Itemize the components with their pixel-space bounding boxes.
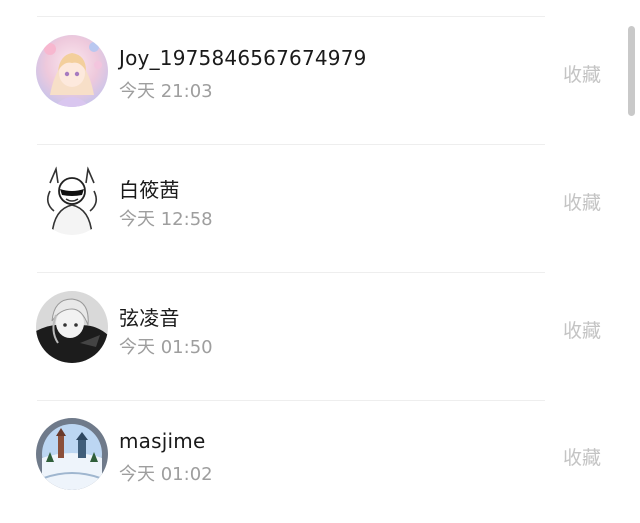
list-item[interactable]: 弦凌音 今天 01:50 收藏 (0, 273, 620, 401)
avatar[interactable] (36, 418, 108, 490)
favorite-button[interactable]: 收藏 (563, 316, 601, 343)
list-item[interactable]: Joy_1975846567674979 今天 21:03 收藏 (0, 17, 620, 145)
favorite-button[interactable]: 收藏 (563, 188, 601, 215)
username: 弦凌音 (119, 306, 180, 330)
anime-girl-avatar-icon (36, 35, 108, 107)
scrollbar[interactable] (628, 26, 635, 116)
avatar[interactable] (36, 163, 108, 235)
timestamp: 今天 12:58 (119, 209, 213, 230)
timestamp: 今天 01:50 (119, 337, 213, 358)
username: masjime (119, 429, 206, 453)
timestamp: 今天 21:03 (119, 81, 213, 102)
monochrome-character-avatar-icon (36, 291, 108, 363)
snow-globe-avatar-icon (36, 418, 108, 490)
timestamp: 今天 01:02 (119, 464, 213, 485)
user-list: Joy_1975846567674979 今天 21:03 收藏 白筱茜 今天 … (0, 0, 640, 523)
username: Joy_1975846567674979 (119, 46, 367, 70)
avatar[interactable] (36, 291, 108, 363)
list-item[interactable]: masjime 今天 01:02 收藏 (0, 401, 620, 523)
sketch-character-avatar-icon (36, 163, 108, 235)
username: 白筱茜 (119, 178, 180, 202)
avatar[interactable] (36, 35, 108, 107)
favorite-button[interactable]: 收藏 (563, 60, 601, 87)
list-item[interactable]: 白筱茜 今天 12:58 收藏 (0, 145, 620, 273)
favorite-button[interactable]: 收藏 (563, 443, 601, 470)
